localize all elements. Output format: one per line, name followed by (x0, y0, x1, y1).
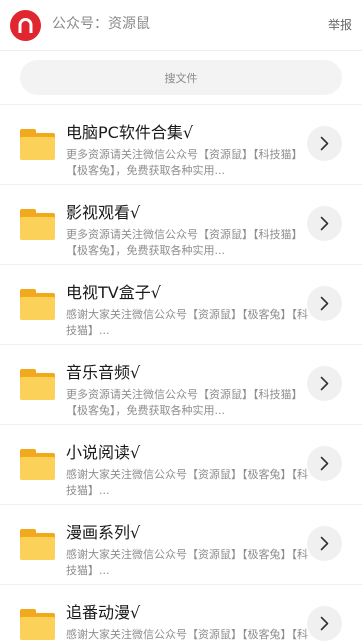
report-link[interactable]: 举报 (328, 17, 352, 33)
item-title: 音乐音频√ (66, 363, 141, 382)
open-button[interactable] (307, 446, 342, 481)
file-list: 电脑PC软件合集√ 更多资源请关注微信公众号【资源鼠】【科技猫】【极客兔】，免费… (0, 105, 362, 643)
search-input[interactable]: 搜文件 (20, 60, 342, 95)
open-button[interactable] (307, 286, 342, 321)
chevron-right-icon (320, 616, 329, 631)
item-title: 电脑PC软件合集√ (66, 123, 194, 142)
folder-icon (20, 289, 55, 320)
account-name: 公众号：资源鼠 (52, 16, 150, 32)
open-button[interactable] (307, 526, 342, 561)
list-item[interactable]: 音乐音频√ 更多资源请关注微信公众号【资源鼠】【科技猫】【极客兔】，免费获取各种… (0, 345, 362, 425)
folder-icon (20, 129, 55, 160)
item-description: 更多资源请关注微信公众号【资源鼠】【科技猫】【极客兔】，免费获取各种实用... (66, 388, 303, 417)
search-placeholder: 搜文件 (164, 72, 198, 85)
chevron-right-icon (320, 136, 329, 151)
chevron-right-icon (320, 216, 329, 231)
item-description: 感谢大家关注微信公众号【资源鼠】【极客兔】【科技猫】... (66, 308, 308, 337)
list-item[interactable]: 影视观看√ 更多资源请关注微信公众号【资源鼠】【科技猫】【极客兔】，免费获取各种… (0, 185, 362, 265)
account-avatar[interactable] (10, 10, 41, 41)
list-item[interactable]: 电脑PC软件合集√ 更多资源请关注微信公众号【资源鼠】【科技猫】【极客兔】，免费… (0, 105, 362, 185)
chevron-right-icon (320, 536, 329, 551)
folder-icon (20, 449, 55, 480)
open-button[interactable] (307, 366, 342, 401)
item-description: 感谢大家关注微信公众号【资源鼠】【极客兔】【科技猫】... (66, 468, 308, 497)
item-title: 影视观看√ (66, 203, 141, 222)
folder-icon (20, 529, 55, 560)
item-description: 感谢大家关注微信公众号【资源鼠】【极客兔】【科技猫】... (66, 628, 308, 641)
list-item[interactable]: 电视TV盒子√ 感谢大家关注微信公众号【资源鼠】【极客兔】【科技猫】... (0, 265, 362, 345)
item-title: 电视TV盒子√ (66, 283, 161, 302)
item-description: 感谢大家关注微信公众号【资源鼠】【极客兔】【科技猫】... (66, 548, 308, 577)
top-header: 公众号：资源鼠 举报 (0, 0, 362, 51)
open-button[interactable] (307, 606, 342, 641)
chevron-right-icon (320, 296, 329, 311)
chevron-right-icon (320, 456, 329, 471)
folder-icon (20, 609, 55, 640)
item-description: 更多资源请关注微信公众号【资源鼠】【科技猫】【极客兔】，免费获取各种实用... (66, 228, 303, 257)
folder-icon (20, 369, 55, 400)
list-item[interactable]: 小说阅读√ 感谢大家关注微信公众号【资源鼠】【极客兔】【科技猫】... (0, 425, 362, 505)
item-title: 追番动漫√ (66, 603, 141, 622)
folder-icon (20, 209, 55, 240)
open-button[interactable] (307, 126, 342, 161)
item-title: 漫画系列√ (66, 523, 141, 542)
open-button[interactable] (307, 206, 342, 241)
chevron-right-icon (320, 376, 329, 391)
list-item[interactable]: 漫画系列√ 感谢大家关注微信公众号【资源鼠】【极客兔】【科技猫】... (0, 505, 362, 585)
item-description: 更多资源请关注微信公众号【资源鼠】【科技猫】【极客兔】，免费获取各种实用... (66, 148, 303, 177)
item-title: 小说阅读√ (66, 443, 141, 462)
magnet-icon (18, 18, 33, 33)
search-bar: 搜文件 (0, 51, 362, 105)
list-item[interactable]: 追番动漫√ 感谢大家关注微信公众号【资源鼠】【极客兔】【科技猫】... (0, 585, 362, 643)
